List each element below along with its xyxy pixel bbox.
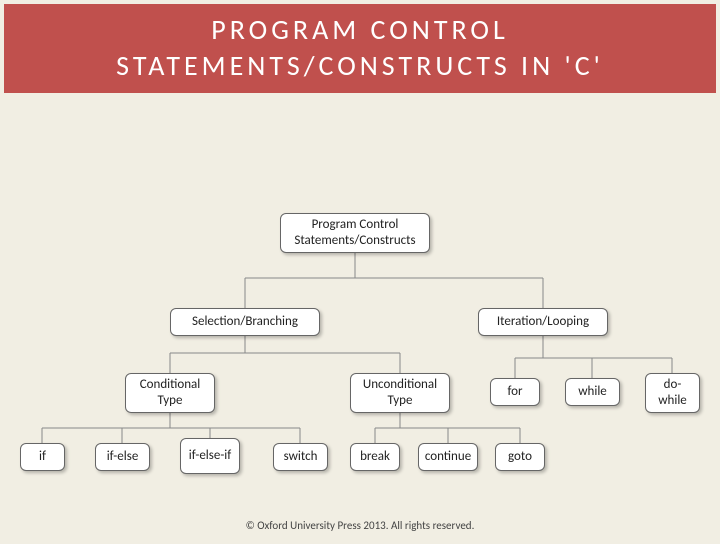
node-if-else: if-else xyxy=(95,443,150,471)
node-switch: switch xyxy=(273,443,328,471)
footer-copyright: © Oxford University Press 2013. All righ… xyxy=(0,519,720,532)
node-for: for xyxy=(490,378,540,406)
node-if: if xyxy=(20,443,65,471)
node-unconditional-type: Unconditional Type xyxy=(350,373,450,413)
node-iteration-looping: Iteration/Looping xyxy=(478,308,608,336)
node-selection-branching: Selection/Branching xyxy=(170,308,320,336)
node-while: while xyxy=(565,378,620,406)
node-break: break xyxy=(350,443,400,471)
node-continue: continue xyxy=(418,443,478,471)
node-root: Program Control Statements/Constructs xyxy=(280,213,430,253)
node-if-else-if: if-else-if xyxy=(180,438,240,474)
node-goto: goto xyxy=(495,443,545,471)
node-conditional-type: Conditional Type xyxy=(125,373,215,413)
node-do-while: do-while xyxy=(645,373,700,413)
slide-title: PROGRAM CONTROL STATEMENTS/CONSTRUCTS IN… xyxy=(4,4,716,93)
hierarchy-diagram: Program Control Statements/Constructs Se… xyxy=(0,123,720,503)
